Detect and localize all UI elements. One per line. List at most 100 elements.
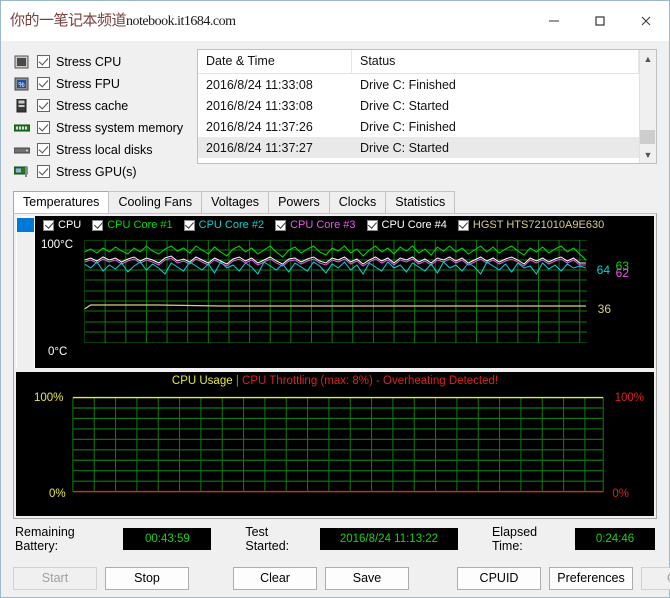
cpu-icon bbox=[13, 54, 30, 69]
maximize-icon[interactable] bbox=[577, 1, 623, 41]
temperature-chart[interactable]: CPU CPU Core #1 CPU Core #2 CPU Core #3 bbox=[35, 216, 654, 368]
legend-item-hdd[interactable]: HGST HTS721010A9E630 bbox=[458, 219, 604, 231]
tab-clocks[interactable]: Clocks bbox=[329, 191, 387, 213]
stress-memory-label: Stress system memory bbox=[56, 121, 183, 135]
save-button[interactable]: Save bbox=[325, 567, 409, 590]
minimize-icon[interactable] bbox=[531, 1, 577, 41]
stress-disks-checkbox[interactable] bbox=[37, 143, 50, 156]
top-zone: Stress CPU % Stress FPU Stress cache bbox=[1, 41, 669, 187]
temperature-panel: CPU CPU Core #1 CPU Core #2 CPU Core #3 bbox=[16, 216, 654, 368]
stress-option-memory[interactable]: Stress system memory bbox=[13, 117, 189, 138]
stress-fpu-checkbox[interactable] bbox=[37, 77, 50, 90]
tab-voltages[interactable]: Voltages bbox=[201, 191, 269, 213]
tab-statistics[interactable]: Statistics bbox=[385, 191, 455, 213]
legend-item-core2[interactable]: CPU Core #2 bbox=[184, 219, 264, 231]
close-button[interactable]: Close bbox=[641, 567, 670, 590]
elapsed-time-value: 0:24:46 bbox=[575, 528, 655, 550]
log-header-row: Date & Time Status bbox=[198, 50, 639, 74]
stress-option-cache[interactable]: Stress cache bbox=[13, 95, 189, 116]
temperature-plot-svg bbox=[35, 216, 654, 368]
close-icon[interactable] bbox=[623, 1, 669, 41]
table-row[interactable]: 2016/8/24 11:37:26 Drive C: Finished bbox=[198, 116, 639, 137]
legend-item-core4[interactable]: CPU Core #4 bbox=[367, 219, 447, 231]
stress-cpu-label: Stress CPU bbox=[56, 55, 121, 69]
scroll-down-icon[interactable]: ▼ bbox=[640, 146, 657, 163]
log-empty-space bbox=[198, 158, 639, 163]
start-button[interactable]: Start bbox=[13, 567, 97, 590]
gpu-icon bbox=[13, 164, 30, 179]
legend-checkbox-core3[interactable] bbox=[275, 220, 286, 231]
svg-text:%: % bbox=[18, 82, 24, 89]
log-col-status[interactable]: Status bbox=[352, 50, 639, 74]
stress-gpu-label: Stress GPU(s) bbox=[56, 165, 137, 179]
log-datetime: 2016/8/24 11:37:26 bbox=[198, 120, 352, 134]
log-status: Drive C: Started bbox=[352, 141, 639, 155]
tab-temperatures[interactable]: Temperatures bbox=[13, 191, 109, 213]
stress-cache-label: Stress cache bbox=[56, 99, 128, 113]
legend-label-core3: CPU Core #3 bbox=[290, 219, 355, 231]
log-status: Drive C: Finished bbox=[352, 120, 639, 134]
button-bar: Start Stop Clear Save CPUID Preferences … bbox=[1, 559, 669, 597]
stress-option-gpu[interactable]: Stress GPU(s) bbox=[13, 161, 189, 182]
stop-button[interactable]: Stop bbox=[105, 567, 189, 590]
legend-checkbox-hdd[interactable] bbox=[458, 220, 469, 231]
stress-gpu-checkbox[interactable] bbox=[37, 165, 50, 178]
legend-checkbox-cpu[interactable] bbox=[43, 220, 54, 231]
log-status: Drive C: Started bbox=[352, 99, 639, 113]
window-title-watermark: 你的一笔记本频道notebook.it1684.com bbox=[10, 9, 236, 30]
preferences-button[interactable]: Preferences bbox=[549, 567, 633, 590]
table-row[interactable]: 2016/8/24 11:37:27 Drive C: Started bbox=[198, 137, 639, 158]
test-started-label: Test Started: bbox=[245, 525, 311, 553]
table-row[interactable]: 2016/8/24 11:33:08 Drive C: Finished bbox=[198, 74, 639, 95]
aida64-stability-test-window: 你的一笔记本频道notebook.it1684.com Stress CPU bbox=[0, 0, 670, 598]
stress-cache-checkbox[interactable] bbox=[37, 99, 50, 112]
cpu-usage-plot-svg bbox=[16, 372, 654, 516]
watermark-cn-text: 你的一笔记本频道 bbox=[10, 11, 126, 29]
temperature-legend: CPU CPU Core #1 CPU Core #2 CPU Core #3 bbox=[43, 219, 652, 231]
scrollbar-thumb[interactable] bbox=[640, 130, 655, 144]
log-col-datetime[interactable]: Date & Time bbox=[198, 50, 352, 74]
legend-item-core1[interactable]: CPU Core #1 bbox=[92, 219, 172, 231]
tab-powers[interactable]: Powers bbox=[268, 191, 330, 213]
stress-options-list: Stress CPU % Stress FPU Stress cache bbox=[13, 49, 189, 183]
test-started-value: 2016/8/24 11:13:22 bbox=[320, 528, 458, 550]
legend-checkbox-core2[interactable] bbox=[184, 220, 195, 231]
legend-label-cpu: CPU bbox=[58, 219, 81, 231]
event-log-table: Date & Time Status 2016/8/24 11:33:08 Dr… bbox=[197, 49, 657, 164]
remaining-battery-label: Remaining Battery: bbox=[15, 525, 114, 553]
stress-memory-checkbox[interactable] bbox=[37, 121, 50, 134]
log-status: Drive C: Finished bbox=[352, 78, 639, 92]
legend-label-core2: CPU Core #2 bbox=[199, 219, 264, 231]
stress-option-fpu[interactable]: % Stress FPU bbox=[13, 73, 189, 94]
temperature-scrollbar[interactable] bbox=[16, 216, 35, 368]
remaining-battery-value: 00:43:59 bbox=[123, 528, 211, 550]
stress-option-disks[interactable]: Stress local disks bbox=[13, 139, 189, 160]
legend-item-cpu[interactable]: CPU bbox=[43, 219, 81, 231]
elapsed-time-label: Elapsed Time: bbox=[492, 525, 566, 553]
tab-cooling-fans[interactable]: Cooling Fans bbox=[108, 191, 202, 213]
log-datetime: 2016/8/24 11:37:27 bbox=[198, 141, 352, 155]
title-bar: 你的一笔记本频道notebook.it1684.com bbox=[1, 1, 669, 41]
temperature-scrollbar-thumb[interactable] bbox=[17, 218, 34, 232]
legend-label-core1: CPU Core #1 bbox=[107, 219, 172, 231]
cpuid-button[interactable]: CPUID bbox=[457, 567, 541, 590]
cpu-usage-chart[interactable]: CPU Usage | CPU Throttling (max: 8%) - O… bbox=[16, 372, 654, 516]
temperature-scrollbar-track[interactable] bbox=[17, 218, 34, 368]
legend-checkbox-core1[interactable] bbox=[92, 220, 103, 231]
clear-button[interactable]: Clear bbox=[233, 567, 317, 590]
legend-checkbox-core4[interactable] bbox=[367, 220, 378, 231]
log-scrollbar[interactable]: ▲ ▼ bbox=[639, 50, 656, 163]
legend-item-core3[interactable]: CPU Core #3 bbox=[275, 219, 355, 231]
log-datetime: 2016/8/24 11:33:08 bbox=[198, 99, 352, 113]
stress-fpu-label: Stress FPU bbox=[56, 77, 120, 91]
window-controls bbox=[531, 1, 669, 41]
fpu-icon: % bbox=[13, 76, 30, 91]
status-bar: Remaining Battery: 00:43:59 Test Started… bbox=[1, 519, 669, 559]
table-row[interactable]: 2016/8/24 11:33:08 Drive C: Started bbox=[198, 95, 639, 116]
stress-option-cpu[interactable]: Stress CPU bbox=[13, 51, 189, 72]
stress-cpu-checkbox[interactable] bbox=[37, 55, 50, 68]
log-datetime: 2016/8/24 11:33:08 bbox=[198, 78, 352, 92]
legend-label-hdd: HGST HTS721010A9E630 bbox=[473, 219, 604, 231]
disk-icon bbox=[13, 142, 30, 157]
scroll-up-icon[interactable]: ▲ bbox=[640, 50, 657, 67]
